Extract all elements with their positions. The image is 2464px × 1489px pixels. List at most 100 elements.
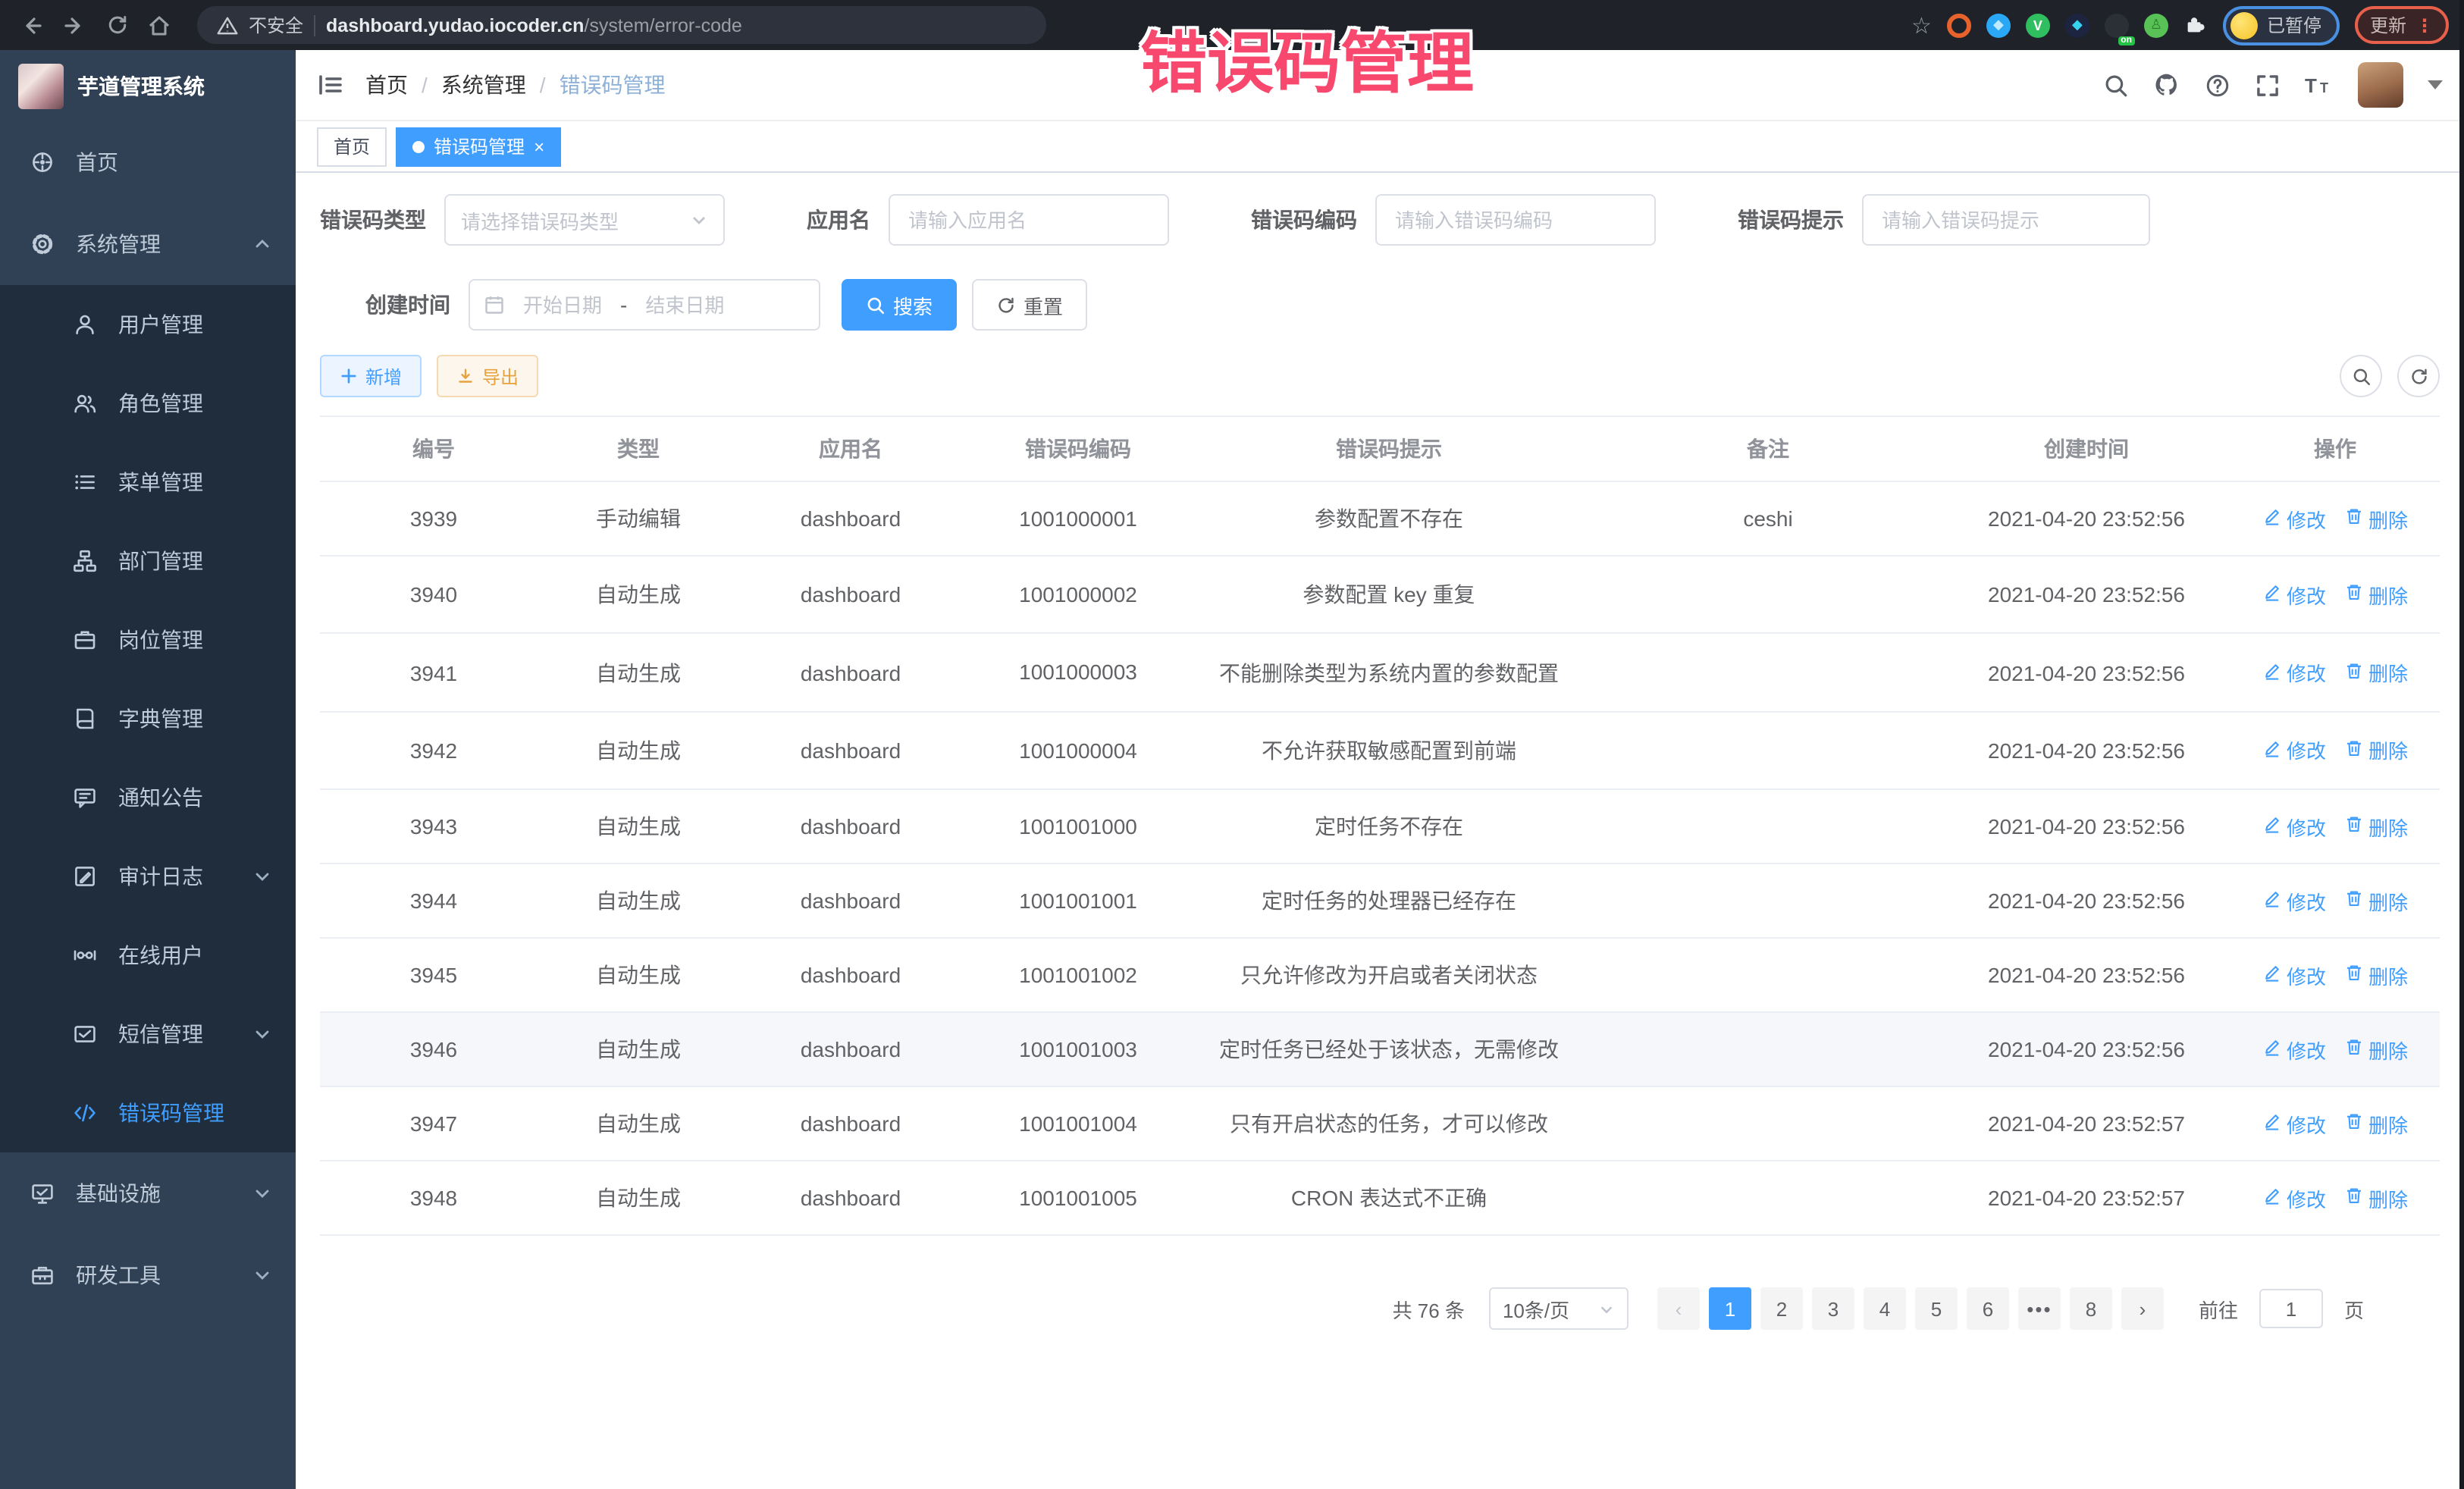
edit-link[interactable]: 修改 (2262, 886, 2326, 915)
font-size-icon[interactable]: TT (2305, 73, 2334, 97)
cell-app: dashboard (729, 789, 972, 864)
github-icon[interactable] (2153, 71, 2180, 99)
show-search-button[interactable] (2340, 355, 2382, 397)
delete-link[interactable]: 删除 (2344, 961, 2408, 989)
sidebar-item-dict[interactable]: 字典管理 (0, 679, 296, 758)
bookmark-star-icon[interactable]: ☆ (1911, 11, 1932, 39)
page-button-8[interactable]: 8 (2070, 1287, 2112, 1330)
delete-link[interactable]: 删除 (2344, 886, 2408, 915)
sidebar-item-post[interactable]: 岗位管理 (0, 600, 296, 679)
reset-button[interactable]: 重置 (972, 279, 1087, 331)
page-button-4[interactable]: 4 (1864, 1287, 1906, 1330)
extension-icon-4[interactable]: ◆ (2065, 13, 2089, 37)
url-text[interactable]: dashboard.yudao.iocoder.cn/system/error-… (326, 14, 742, 36)
sidebar-item-audit-log[interactable]: 审计日志 (0, 837, 296, 916)
prev-page-button[interactable]: ‹ (1657, 1287, 1700, 1330)
delete-link[interactable]: 删除 (2344, 736, 2408, 765)
delete-link[interactable]: 删除 (2344, 1183, 2408, 1212)
sidebar-item-home[interactable]: 首页 (0, 121, 296, 203)
sidebar-item-dev-tools[interactable]: 研发工具 (0, 1234, 296, 1316)
edit-link[interactable]: 修改 (2262, 812, 2326, 841)
date-range-picker[interactable]: - (469, 279, 820, 331)
browser-profile-chip[interactable]: 已暂停 (2223, 5, 2340, 45)
delete-link[interactable]: 删除 (2344, 812, 2408, 841)
page-button-5[interactable]: 5 (1915, 1287, 1958, 1330)
error-type-select[interactable]: 请选择错误码类型 (444, 194, 725, 246)
delete-link[interactable]: 删除 (2344, 1035, 2408, 1064)
sidebar-item-error-code[interactable]: 错误码管理 (0, 1074, 296, 1152)
tab-首页[interactable]: 首页 (317, 127, 387, 166)
extension-icon-7[interactable] (2183, 13, 2208, 37)
edit-link[interactable]: 修改 (2262, 1183, 2326, 1212)
sidebar-item-infra[interactable]: 基础设施 (0, 1152, 296, 1234)
error-code-input[interactable] (1375, 194, 1656, 246)
browser-forward-icon[interactable] (58, 8, 91, 42)
help-icon[interactable] (2205, 72, 2230, 98)
start-date-input[interactable] (514, 293, 611, 316)
extension-icon-6[interactable]: ♙ (2144, 13, 2168, 37)
app-logo[interactable]: 芋道管理系统 (0, 50, 296, 121)
browser-menu-dots-icon[interactable]: ⋮ (2415, 14, 2434, 36)
add-button[interactable]: 新增 (320, 355, 422, 397)
browser-update-button[interactable]: 更新 ⋮ (2355, 6, 2449, 44)
page-size-select[interactable]: 10条/页 (1489, 1287, 1629, 1330)
breadcrumb-separator: / (422, 73, 428, 97)
extension-icon-5[interactable]: on (2105, 13, 2129, 37)
sidebar-item-notice[interactable]: 通知公告 (0, 758, 296, 837)
end-date-input[interactable] (636, 293, 733, 316)
edit-link[interactable]: 修改 (2262, 961, 2326, 989)
browser-back-icon[interactable] (15, 8, 49, 42)
refresh-table-button[interactable] (2397, 355, 2440, 397)
search-button[interactable]: 搜索 (842, 279, 957, 331)
page-button-6[interactable]: 6 (1967, 1287, 2009, 1330)
sidebar-item-user[interactable]: 用户管理 (0, 285, 296, 364)
warning-icon (215, 8, 238, 42)
close-icon[interactable]: × (534, 137, 544, 155)
sidebar-item-dept[interactable]: 部门管理 (0, 522, 296, 600)
search-icon[interactable] (2103, 72, 2129, 98)
edit-link[interactable]: 修改 (2262, 580, 2326, 609)
breadcrumb-item[interactable]: 系统管理 (441, 70, 526, 100)
browser-address-bar[interactable]: 不安全 dashboard.yudao.iocoder.cn/system/er… (197, 6, 1046, 44)
edit-link[interactable]: 修改 (2262, 504, 2326, 533)
edit-link[interactable]: 修改 (2262, 736, 2326, 765)
avatar[interactable] (2358, 62, 2403, 108)
sidebar-item-system[interactable]: 系统管理 (0, 203, 296, 285)
security-label[interactable]: 不安全 (249, 12, 303, 38)
browser-home-icon[interactable] (143, 8, 176, 42)
edit-link[interactable]: 修改 (2262, 1109, 2326, 1138)
delete-link[interactable]: 删除 (2344, 1109, 2408, 1138)
edit-link[interactable]: 修改 (2262, 658, 2326, 687)
tab-错误码管理[interactable]: 错误码管理× (396, 127, 561, 166)
more-pages-button[interactable]: ••• (2018, 1287, 2061, 1330)
online-users-icon (73, 943, 97, 967)
cell-type: 自动生成 (547, 634, 729, 712)
edit-link[interactable]: 修改 (2262, 1035, 2326, 1064)
search-icon (866, 295, 886, 315)
hamburger-icon[interactable] (317, 71, 344, 99)
page-button-1[interactable]: 1 (1709, 1287, 1751, 1330)
sidebar-item-online[interactable]: 在线用户 (0, 916, 296, 995)
page-button-3[interactable]: 3 (1812, 1287, 1854, 1330)
breadcrumb-item[interactable]: 首页 (365, 70, 408, 100)
browser-reload-icon[interactable] (100, 8, 133, 42)
error-hint-input[interactable] (1862, 194, 2150, 246)
extension-icon-2[interactable]: ◆ (1986, 13, 2011, 37)
chevron-up-icon (253, 235, 271, 253)
sidebar-item-sms[interactable]: 短信管理 (0, 995, 296, 1074)
next-page-button[interactable]: › (2121, 1287, 2164, 1330)
sidebar-item-role[interactable]: 角色管理 (0, 364, 296, 443)
sidebar-item-label: 研发工具 (76, 1260, 161, 1290)
app-name-input[interactable] (889, 194, 1169, 246)
sidebar-item-menu[interactable]: 菜单管理 (0, 443, 296, 522)
chevron-down-icon[interactable] (2428, 80, 2443, 89)
page-button-2[interactable]: 2 (1760, 1287, 1803, 1330)
delete-link[interactable]: 删除 (2344, 504, 2408, 533)
extension-icon-1[interactable] (1947, 13, 1971, 37)
delete-link[interactable]: 删除 (2344, 580, 2408, 609)
fullscreen-icon[interactable] (2255, 72, 2281, 98)
delete-link[interactable]: 删除 (2344, 658, 2408, 687)
goto-page-input[interactable] (2259, 1289, 2323, 1328)
export-button[interactable]: 导出 (437, 355, 538, 397)
extension-icon-3[interactable]: V (2026, 13, 2050, 37)
